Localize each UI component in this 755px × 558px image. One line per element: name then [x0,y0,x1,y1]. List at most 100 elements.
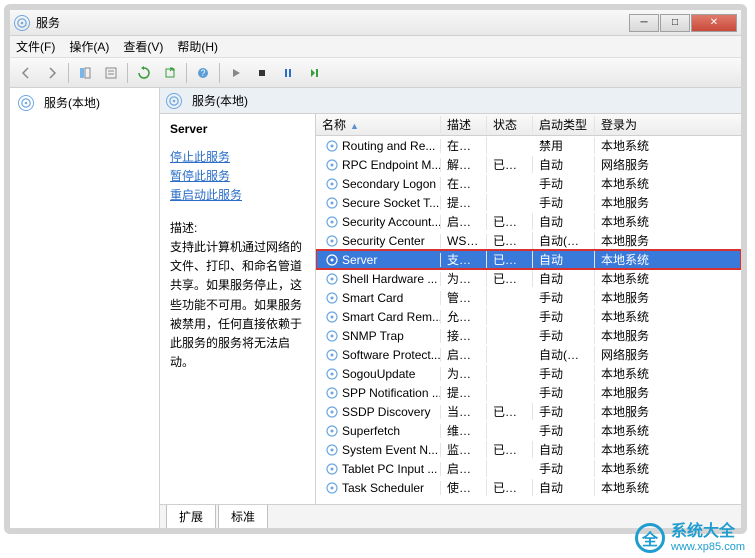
list-body[interactable]: Routing and Re...在局...禁用本地系统RPC Endpoint… [316,136,741,504]
service-startup: 手动 [533,460,595,477]
service-logon: 本地服务 [595,194,663,211]
close-button[interactable]: ✕ [691,14,737,32]
service-logon: 网络服务 [595,346,663,363]
service-row[interactable]: Secure Socket T...提供...手动本地服务 [316,193,741,212]
service-startup: 自动 [533,156,595,173]
gear-icon [325,367,339,381]
pause-link[interactable]: 暂停此服务 [170,167,305,184]
gear-icon [325,443,339,457]
col-desc[interactable]: 描述 [441,116,487,133]
refresh-button[interactable] [132,61,156,85]
stop-service-button[interactable] [250,61,274,85]
service-logon: 本地系统 [595,479,663,496]
export-button[interactable] [158,61,182,85]
service-startup: 手动 [533,422,595,439]
service-desc: 解析... [441,156,487,173]
service-list: 名称▲ 描述 状态 启动类型 登录为 Routing and Re...在局..… [315,114,741,504]
menubar: 文件(F) 操作(A) 查看(V) 帮助(H) [10,36,741,58]
service-logon: 本地系统 [595,213,663,230]
titlebar[interactable]: 服务 ─ □ ✕ [10,10,741,36]
col-logon[interactable]: 登录为 [595,116,663,133]
watermark-logo-icon: 全 [635,523,665,553]
menu-view[interactable]: 查看(V) [123,38,163,55]
col-name[interactable]: 名称▲ [316,116,441,133]
pause-service-button[interactable] [276,61,300,85]
col-startup[interactable]: 启动类型 [533,116,595,133]
service-row[interactable]: SogouUpdate为搜...手动本地系统 [316,364,741,383]
service-row[interactable]: Security CenterWSC...已启动自动(延迟...本地服务 [316,231,741,250]
service-logon: 本地系统 [595,422,663,439]
service-row[interactable]: RPC Endpoint M...解析...已启动自动网络服务 [316,155,741,174]
service-logon: 本地服务 [595,327,663,344]
service-row[interactable]: Secondary Logon在不...手动本地系统 [316,174,741,193]
service-desc: 启动... [441,213,487,230]
service-logon: 本地系统 [595,175,663,192]
menu-file[interactable]: 文件(F) [16,38,55,55]
gear-icon [325,234,339,248]
gear-icon [325,177,339,191]
tree-pane[interactable]: 服务(本地) [10,88,160,528]
service-row[interactable]: SPP Notification ...提供...手动本地服务 [316,383,741,402]
service-row[interactable]: Server支持...已启动自动本地系统 [316,250,741,269]
service-row[interactable]: SSDP Discovery当发...已启动手动本地服务 [316,402,741,421]
watermark: 全 系统大全 www.xp85.com [635,522,745,554]
service-startup: 自动 [533,213,595,230]
tab-standard[interactable]: 标准 [218,505,268,529]
service-status: 已启动 [487,403,533,420]
back-button[interactable] [14,61,38,85]
forward-button[interactable] [40,61,64,85]
watermark-url: www.xp85.com [671,541,745,554]
service-desc: 启用... [441,460,487,477]
col-status[interactable]: 状态 [487,116,533,133]
service-row[interactable]: Software Protect...启用...自动(延迟...网络服务 [316,345,741,364]
service-row[interactable]: Tablet PC Input ...启用...手动本地系统 [316,459,741,478]
menu-help[interactable]: 帮助(H) [177,38,218,55]
service-name: Security Account... [342,215,441,229]
service-desc: 使用... [441,479,487,496]
service-row[interactable]: Security Account...启动...已启动自动本地系统 [316,212,741,231]
help-button[interactable]: ? [191,61,215,85]
service-desc: 为自... [441,270,487,287]
stop-link[interactable]: 停止此服务 [170,148,305,165]
service-row[interactable]: Smart Card Rem...允许...手动本地系统 [316,307,741,326]
description-text: 支持此计算机通过网络的文件、打印、和命名管道共享。如果服务停止，这些功能不可用。… [170,238,305,372]
start-service-button[interactable] [224,61,248,85]
service-row[interactable]: Superfetch维护...手动本地系统 [316,421,741,440]
maximize-button[interactable]: □ [660,14,690,32]
service-desc: 允许... [441,308,487,325]
menu-action[interactable]: 操作(A) [69,38,109,55]
service-row[interactable]: Task Scheduler使用...已启动自动本地系统 [316,478,741,497]
service-row[interactable]: Routing and Re...在局...禁用本地系统 [316,136,741,155]
gear-icon [325,462,339,476]
selected-service-name: Server [170,122,305,136]
restart-link[interactable]: 重启动此服务 [170,186,305,203]
service-desc: 在不... [441,175,487,192]
service-row[interactable]: Smart Card管理...手动本地服务 [316,288,741,307]
service-name: Smart Card Rem... [342,310,441,324]
service-logon: 本地服务 [595,384,663,401]
tab-extended[interactable]: 扩展 [166,505,216,529]
toolbar: ? [10,58,741,88]
restart-service-button[interactable] [302,61,326,85]
service-name: SNMP Trap [342,329,404,343]
properties-button[interactable] [99,61,123,85]
service-logon: 网络服务 [595,156,663,173]
services-window: 服务 ─ □ ✕ 文件(F) 操作(A) 查看(V) 帮助(H) ? [4,4,747,534]
tree-root[interactable]: 服务(本地) [14,92,155,113]
service-name: Task Scheduler [342,481,424,495]
service-name: Security Center [342,234,425,248]
service-row[interactable]: Shell Hardware ...为自...已启动自动本地系统 [316,269,741,288]
service-startup: 自动(延迟... [533,232,595,249]
minimize-button[interactable]: ─ [629,14,659,32]
service-row[interactable]: System Event N...监视...已启动自动本地系统 [316,440,741,459]
service-name: SSDP Discovery [342,405,430,419]
service-desc: 支持... [441,251,487,268]
service-startup: 手动 [533,384,595,401]
show-hide-tree-button[interactable] [73,61,97,85]
service-status: 已启动 [487,232,533,249]
sort-asc-icon: ▲ [350,121,359,131]
service-logon: 本地系统 [595,365,663,382]
tree-root-label: 服务(本地) [44,94,100,111]
service-row[interactable]: SNMP Trap接收...手动本地服务 [316,326,741,345]
service-name: Secure Socket T... [342,196,439,210]
